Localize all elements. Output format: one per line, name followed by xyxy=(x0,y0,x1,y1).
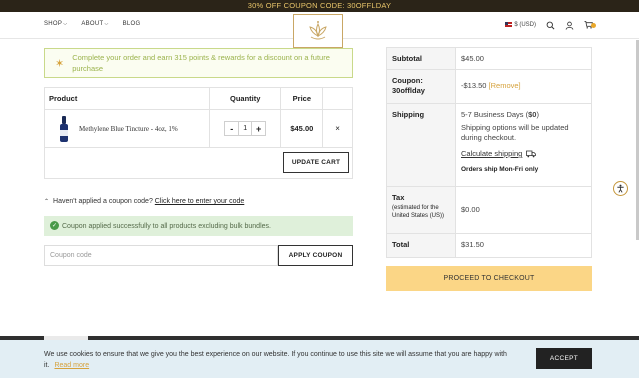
nav-about[interactable]: ABOUT⌵ xyxy=(81,21,108,27)
bottle-label xyxy=(60,129,68,136)
coupon-value: -$13.50 xyxy=(461,81,487,90)
cookie-text: We use cookies to ensure that we give yo… xyxy=(44,351,507,369)
shipping-method-suffix: ) xyxy=(536,110,539,119)
item-price: $45.00 xyxy=(290,124,314,133)
shipping-note: Shipping options will be updated during … xyxy=(461,123,569,142)
search-icon[interactable] xyxy=(546,21,555,30)
site-logo[interactable] xyxy=(293,14,343,48)
remove-coupon-link[interactable]: [Remove] xyxy=(489,81,521,90)
quantity-increase-button[interactable]: + xyxy=(252,122,265,135)
table-row: Methylene Blue Tincture - 4oz, 1% - 1 + … xyxy=(45,110,352,148)
quantity-input[interactable]: 1 xyxy=(238,122,253,135)
product-thumbnail[interactable] xyxy=(59,115,69,142)
product-cell: Methylene Blue Tincture - 4oz, 1% xyxy=(45,110,210,147)
quantity-stepper: - 1 + xyxy=(224,121,267,136)
cookie-banner: We use cookies to ensure that we give yo… xyxy=(0,340,639,378)
us-flag-icon xyxy=(505,22,513,28)
truck-icon xyxy=(526,150,537,158)
success-text: Coupon applied successfully to all produ… xyxy=(62,222,271,230)
tax-label-cell: Tax (estimated for the United States (US… xyxy=(387,187,456,233)
currency-selector[interactable]: $ (USD) xyxy=(505,22,536,29)
remove-item-icon[interactable]: × xyxy=(335,124,340,133)
coupon-toggle: ⌃ Haven't applied a coupon code? Click he… xyxy=(44,198,244,205)
ship-days-note: Orders ship Mon-Fri only xyxy=(461,166,539,173)
calculate-shipping-link[interactable]: Calculate shipping xyxy=(461,149,522,159)
tax-row: Tax (estimated for the United States (US… xyxy=(387,187,591,234)
quantity-cell: - 1 + xyxy=(210,110,282,147)
read-more-link[interactable]: Read more xyxy=(54,362,89,369)
accessibility-icon[interactable] xyxy=(613,181,628,196)
cart-count-badge xyxy=(591,23,596,28)
coupon-label-line2: 30offlday xyxy=(392,86,425,95)
cart-button[interactable] xyxy=(584,20,596,31)
cookie-text-block: We use cookies to ensure that we give yo… xyxy=(44,349,514,371)
chevron-up-icon: ⌃ xyxy=(44,199,50,205)
shipping-value-cell: 5-7 Business Days ($0) Shipping options … xyxy=(456,104,591,186)
accessibility-person-icon xyxy=(617,184,624,193)
tax-label: Tax xyxy=(392,193,405,202)
price-cell: $45.00 xyxy=(281,110,324,147)
remove-cell: × xyxy=(323,110,352,147)
chevron-down-icon: ⌵ xyxy=(104,21,109,27)
calculate-shipping-row: Calculate shipping xyxy=(461,149,586,159)
update-cart-button[interactable]: UPDATE CART xyxy=(283,152,349,173)
star-icon: ✶ xyxy=(55,57,65,70)
subtotal-row: Subtotal $45.00 xyxy=(387,48,591,70)
header-actions: $ (USD) xyxy=(505,20,596,31)
check-circle-icon: ✓ xyxy=(50,221,59,230)
nav-shop-label: SHOP xyxy=(44,21,63,27)
lotus-logo-icon xyxy=(309,21,327,40)
cart-actions: UPDATE CART xyxy=(45,148,352,178)
site-header: SHOP⌵ ABOUT⌵ BLOG $ (USD) xyxy=(0,12,639,48)
header-remove xyxy=(323,88,352,109)
tax-sublabel: (estimated for the United States (US)) xyxy=(392,205,445,219)
coupon-label-line1: Coupon: xyxy=(392,76,423,85)
shipping-method-prefix: 5-7 Business Days ( xyxy=(461,110,529,119)
tax-value: $0.00 xyxy=(461,205,480,214)
coupon-label: Coupon: 30offlday xyxy=(387,70,456,103)
total-label: Total xyxy=(387,234,456,257)
account-icon[interactable] xyxy=(565,21,574,30)
rewards-text: Complete your order and earn 315 points … xyxy=(72,53,330,73)
shipping-row: Shipping 5-7 Business Days ($0) Shipping… xyxy=(387,104,591,187)
header-product: Product xyxy=(45,88,210,109)
shipping-label: Shipping xyxy=(387,104,456,186)
coupon-code-input[interactable]: Coupon code xyxy=(44,245,278,266)
product-name[interactable]: Methylene Blue Tincture - 4oz, 1% xyxy=(79,125,178,133)
subtotal-value: $45.00 xyxy=(461,54,484,63)
coupon-value-cell: -$13.50 [Remove] xyxy=(456,70,591,103)
promo-banner: 30% OFF COUPON CODE: 30OFFLDAY xyxy=(0,0,639,12)
coupon-success-message: ✓ Coupon applied successfully to all pro… xyxy=(44,216,353,236)
chevron-down-icon: ⌵ xyxy=(63,21,68,27)
nav-shop[interactable]: SHOP⌵ xyxy=(44,21,67,27)
proceed-to-checkout-button[interactable]: PROCEED TO CHECKOUT xyxy=(386,266,592,291)
cart-table-header: Product Quantity Price xyxy=(45,88,352,110)
cart-totals: Subtotal $45.00 Coupon: 30offlday -$13.5… xyxy=(386,47,592,258)
coupon-question: Haven't applied a coupon code? xyxy=(53,198,153,205)
rewards-notice: ✶ Complete your order and earn 315 point… xyxy=(44,48,353,78)
header-price: Price xyxy=(281,88,324,109)
total-row: Total $31.50 xyxy=(387,234,591,257)
cart-table: Product Quantity Price Methylene Blue Ti… xyxy=(44,87,353,179)
quantity-decrease-button[interactable]: - xyxy=(225,122,238,135)
total-value: $31.50 xyxy=(461,240,484,249)
header-quantity: Quantity xyxy=(210,88,282,109)
apply-coupon-button[interactable]: APPLY COUPON xyxy=(278,245,353,266)
accept-cookies-button[interactable]: ACCEPT xyxy=(536,348,592,369)
enter-coupon-link[interactable]: Click here to enter your code xyxy=(155,198,245,205)
currency-label: $ (USD) xyxy=(514,22,536,29)
nav-about-label: ABOUT xyxy=(81,21,104,27)
bottle-cap xyxy=(62,115,66,124)
main-nav: SHOP⌵ ABOUT⌵ BLOG xyxy=(44,21,140,27)
shipping-method: 5-7 Business Days ($0) xyxy=(461,110,586,120)
coupon-row: Coupon: 30offlday -$13.50 [Remove] xyxy=(387,70,591,104)
subtotal-label: Subtotal xyxy=(387,48,456,69)
nav-blog[interactable]: BLOG xyxy=(123,21,141,27)
